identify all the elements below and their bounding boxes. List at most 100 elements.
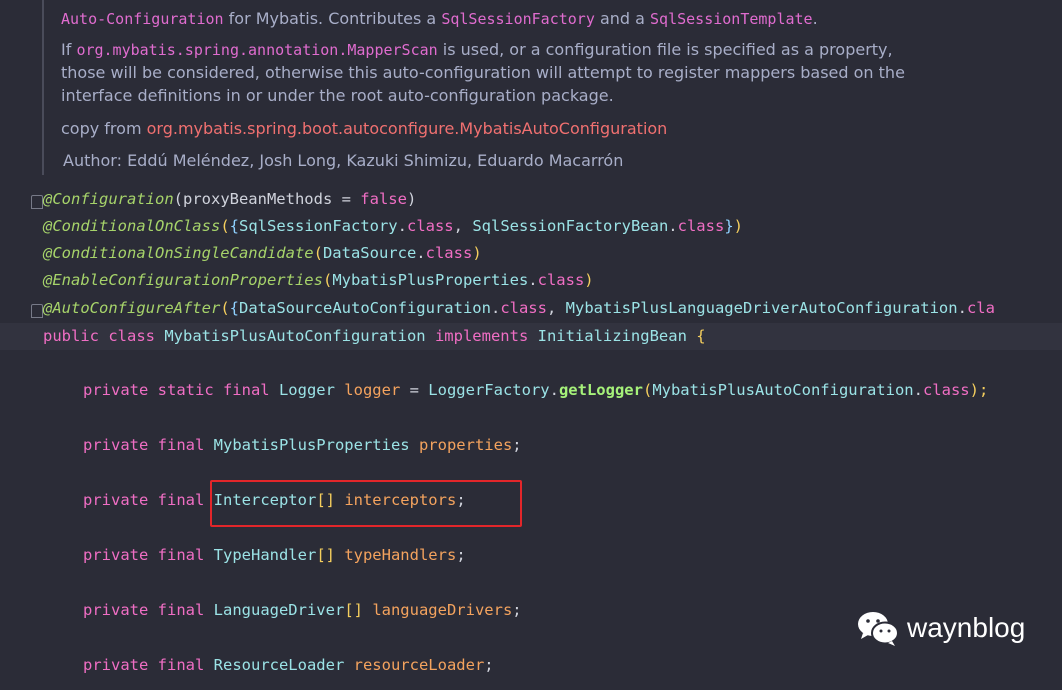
code-text: . (528, 271, 538, 289)
code-text: = (400, 381, 429, 399)
doc-code-ref: SqlSessionFactory (441, 10, 595, 28)
doc-text: for Mybatis. Contributes a (223, 9, 442, 28)
code-text: . (397, 217, 407, 235)
code-text: ; (484, 656, 494, 674)
wechat-icon (858, 612, 899, 646)
code-text: , (453, 217, 473, 235)
doc-code-ref: Auto-Configuration (61, 10, 224, 28)
keyword: private final (83, 546, 214, 564)
code-line-conditional-on-single-candidate[interactable]: @ConditionalOnSingleCandidate(DataSource… (43, 240, 482, 267)
code-text: ( (642, 381, 653, 399)
type-name: DataSourceAutoConfiguration (239, 299, 491, 317)
code-line-language-drivers[interactable]: private final LanguageDriver[] languageD… (83, 597, 522, 624)
code-text: ; (512, 601, 522, 619)
doc-code-ref: org.mybatis.spring.annotation.MapperScan (76, 41, 438, 59)
field-name: typeHandlers (334, 546, 457, 564)
code-line-class-declaration[interactable]: public class MybatisPlusAutoConfiguratio… (43, 323, 706, 350)
code-text: ; (456, 546, 466, 564)
doc-text: If (61, 40, 77, 59)
keyword: class (500, 299, 547, 317)
code-line-enable-configuration-properties[interactable]: @EnableConfigurationProperties(MybatisPl… (43, 267, 594, 294)
code-text: ) (584, 271, 594, 289)
type-name: LanguageDriver (213, 601, 345, 619)
code-text: . (668, 217, 678, 235)
doc-line-3: those will be considered, otherwise this… (61, 63, 905, 82)
keyword: false (360, 190, 407, 208)
code-text: ; (512, 436, 522, 454)
code-line-resource-loader[interactable]: private final ResourceLoader resourceLoa… (83, 652, 494, 679)
keyword: private final (83, 491, 214, 509)
keyword: private final (83, 656, 214, 674)
keyword: public class (43, 327, 165, 345)
code-text: (proxyBeanMethods = (173, 190, 361, 208)
annotation: @AutoConfigureAfter (43, 299, 221, 317)
watermark: waynblog (855, 608, 1025, 648)
keyword: class (537, 271, 585, 289)
type-name: MybatisPlusProperties (332, 271, 529, 289)
code-line-configuration[interactable]: @Configuration(proxyBeanMethods = false) (43, 186, 416, 213)
keyword: class (922, 381, 970, 399)
code-text: ( (313, 244, 323, 262)
type-name: Logger (278, 381, 335, 399)
code-text: ) (472, 244, 482, 262)
keyword: class (425, 244, 473, 262)
code-text: { (229, 299, 239, 317)
code-text: } (724, 217, 734, 235)
type-name: DataSource (322, 244, 417, 262)
keyword: cla (966, 299, 995, 317)
doc-line-2: If org.mybatis.spring.annotation.MapperS… (61, 38, 893, 62)
code-line-logger[interactable]: private static final Logger logger = Log… (83, 377, 988, 404)
doc-line-1: Auto-Configuration for Mybatis. Contribu… (61, 7, 818, 31)
doc-author: Author: Eddú Meléndez, Josh Long, Kazuki… (63, 149, 623, 172)
field-name: resourceLoader (344, 656, 485, 674)
doc-text: . (812, 9, 818, 28)
code-text: ( (322, 271, 333, 289)
doc-line-4: interface definitions in or under the ro… (61, 86, 614, 105)
code-text: . (913, 381, 923, 399)
annotation: @ConditionalOnClass (43, 217, 221, 235)
watermark-text: waynblog (907, 612, 1026, 643)
type-name: TypeHandler (213, 546, 317, 564)
code-text: ( (220, 299, 230, 317)
keyword: class (677, 217, 725, 235)
type-name: MybatisPlusProperties (213, 436, 410, 454)
code-text: . (957, 299, 967, 317)
type-name: LoggerFactory (428, 381, 550, 399)
code-line-auto-configure-after[interactable]: @AutoConfigureAfter({DataSourceAutoConfi… (43, 295, 995, 322)
field-name: properties (409, 436, 513, 454)
code-line-properties[interactable]: private final MybatisPlusProperties prop… (83, 432, 522, 459)
code-text: ) (406, 190, 417, 208)
field-name: languageDrivers (362, 601, 513, 619)
doc-author-names: Eddú Meléndez, Josh Long, Kazuki Shimizu… (127, 151, 624, 170)
code-text: . (549, 381, 559, 399)
code-line-conditional-on-class[interactable]: @ConditionalOnClass({SqlSessionFactory.c… (43, 213, 743, 240)
code-line-type-handlers[interactable]: private final TypeHandler[] typeHandlers… (83, 542, 466, 569)
doc-text: is used, or a configuration file is spec… (437, 40, 893, 59)
keyword: private final (83, 601, 214, 619)
type-name: MybatisPlusAutoConfiguration (652, 381, 914, 399)
keyword: implements (425, 327, 538, 345)
type-name: SqlSessionFactoryBean (472, 217, 669, 235)
code-text: { (686, 327, 706, 345)
doc-text: and a (594, 9, 651, 28)
doc-copy-from-link[interactable]: org.mybatis.spring.boot.autoconfigure.My… (147, 119, 668, 138)
keyword: class (406, 217, 454, 235)
method-name: getLogger (558, 381, 643, 399)
javadoc-block: Auto-Configuration for Mybatis. Contribu… (61, 0, 1051, 185)
type-name: MybatisPlusAutoConfiguration (164, 327, 426, 345)
code-text: { (229, 217, 239, 235)
annotation: @Configuration (43, 190, 174, 208)
doc-text: copy from (61, 119, 147, 138)
code-text: ( (220, 217, 230, 235)
fold-marker-icon[interactable] (31, 304, 43, 318)
code-text: . (490, 299, 501, 317)
code-text: ); (969, 381, 989, 399)
highlight-box (210, 480, 522, 527)
type-name: MybatisPlusLanguageDriverAutoConfigurati… (565, 299, 958, 317)
fold-marker-icon[interactable] (31, 195, 43, 209)
type-name: ResourceLoader (213, 656, 345, 674)
code-text: ) (733, 217, 743, 235)
doc-copy-from: copy from org.mybatis.spring.boot.autoco… (61, 117, 667, 140)
code-text: , (546, 299, 566, 317)
type-name: InitializingBean (537, 327, 687, 345)
